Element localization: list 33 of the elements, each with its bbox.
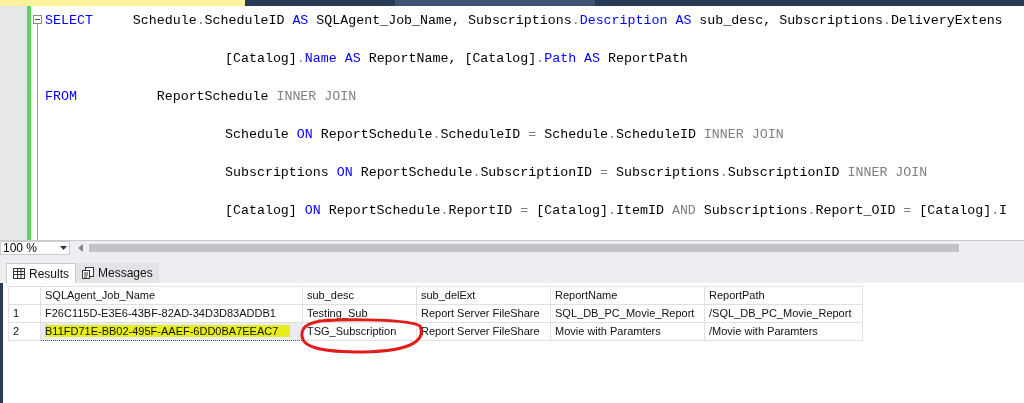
row-number: 1 [8,304,41,323]
table-cell[interactable]: TSG_Subscription [302,322,417,341]
column-header[interactable]: SQLAgent_Job_Name [40,286,303,305]
code-line: SELECT Schedule.ScheduleID AS SQLAgent_Job_Name, Subscriptions.Description AS sub_desc, Subscriptions.DeliveryExtens [45,12,1003,30]
code-line: [Catalog] ON ReportSchedule.ReportID = [Catalog].ItemID AND Subscriptions.Report_OID = [Catalog].I [225,202,1008,220]
table-cell[interactable]: Report Server FileShare [416,322,551,341]
code-line: Schedule ON ReportSchedule.ScheduleID = Schedule.ScheduleID INNER JOIN [225,126,784,144]
column-header[interactable]: sub_delExt [416,286,551,305]
table-cell[interactable]: /SQL_DB_PC_Movie_Report [704,304,863,323]
column-header[interactable]: ReportName [550,286,705,305]
grid-icon [13,268,25,279]
result-tab[interactable]: Results [6,263,76,283]
document-tab[interactable] [0,0,245,6]
code-line: FROM ReportSchedule INNER JOIN [45,88,357,106]
zoom-dropdown[interactable]: 100 % [0,241,70,255]
document-tab[interactable] [395,0,595,6]
code-line: [Catalog].Name AS ReportName, [Catalog].Path AS ReportPath [225,50,688,68]
table-cell[interactable]: Report Server FileShare [416,304,551,323]
table-cell[interactable]: SQL_DB_PC_Movie_Report [550,304,705,323]
column-header[interactable]: sub_desc [302,286,417,305]
scroll-left-icon[interactable] [78,244,83,252]
horizontal-scrollbar[interactable] [89,244,959,252]
collapse-icon [33,15,42,24]
table-cell[interactable]: Testing_Sub [302,304,417,323]
table-cell[interactable]: /Movie with Paramters [704,322,863,341]
caret-icon [60,246,67,250]
table-cell[interactable]: F26C115D-E3E6-43BF-82AD-34D3D83ADDB1 [40,304,303,323]
table-cell[interactable]: Movie with Paramters [550,322,705,341]
document-icon [82,267,94,279]
code-line: Subscriptions ON ReportSchedule.SubscriptionID = Subscriptions.SubscriptionID INNER JOIN [225,164,928,182]
column-header[interactable]: ReportPath [704,286,863,305]
row-number: 2 [8,322,41,341]
result-tab[interactable]: Messages [76,263,159,283]
